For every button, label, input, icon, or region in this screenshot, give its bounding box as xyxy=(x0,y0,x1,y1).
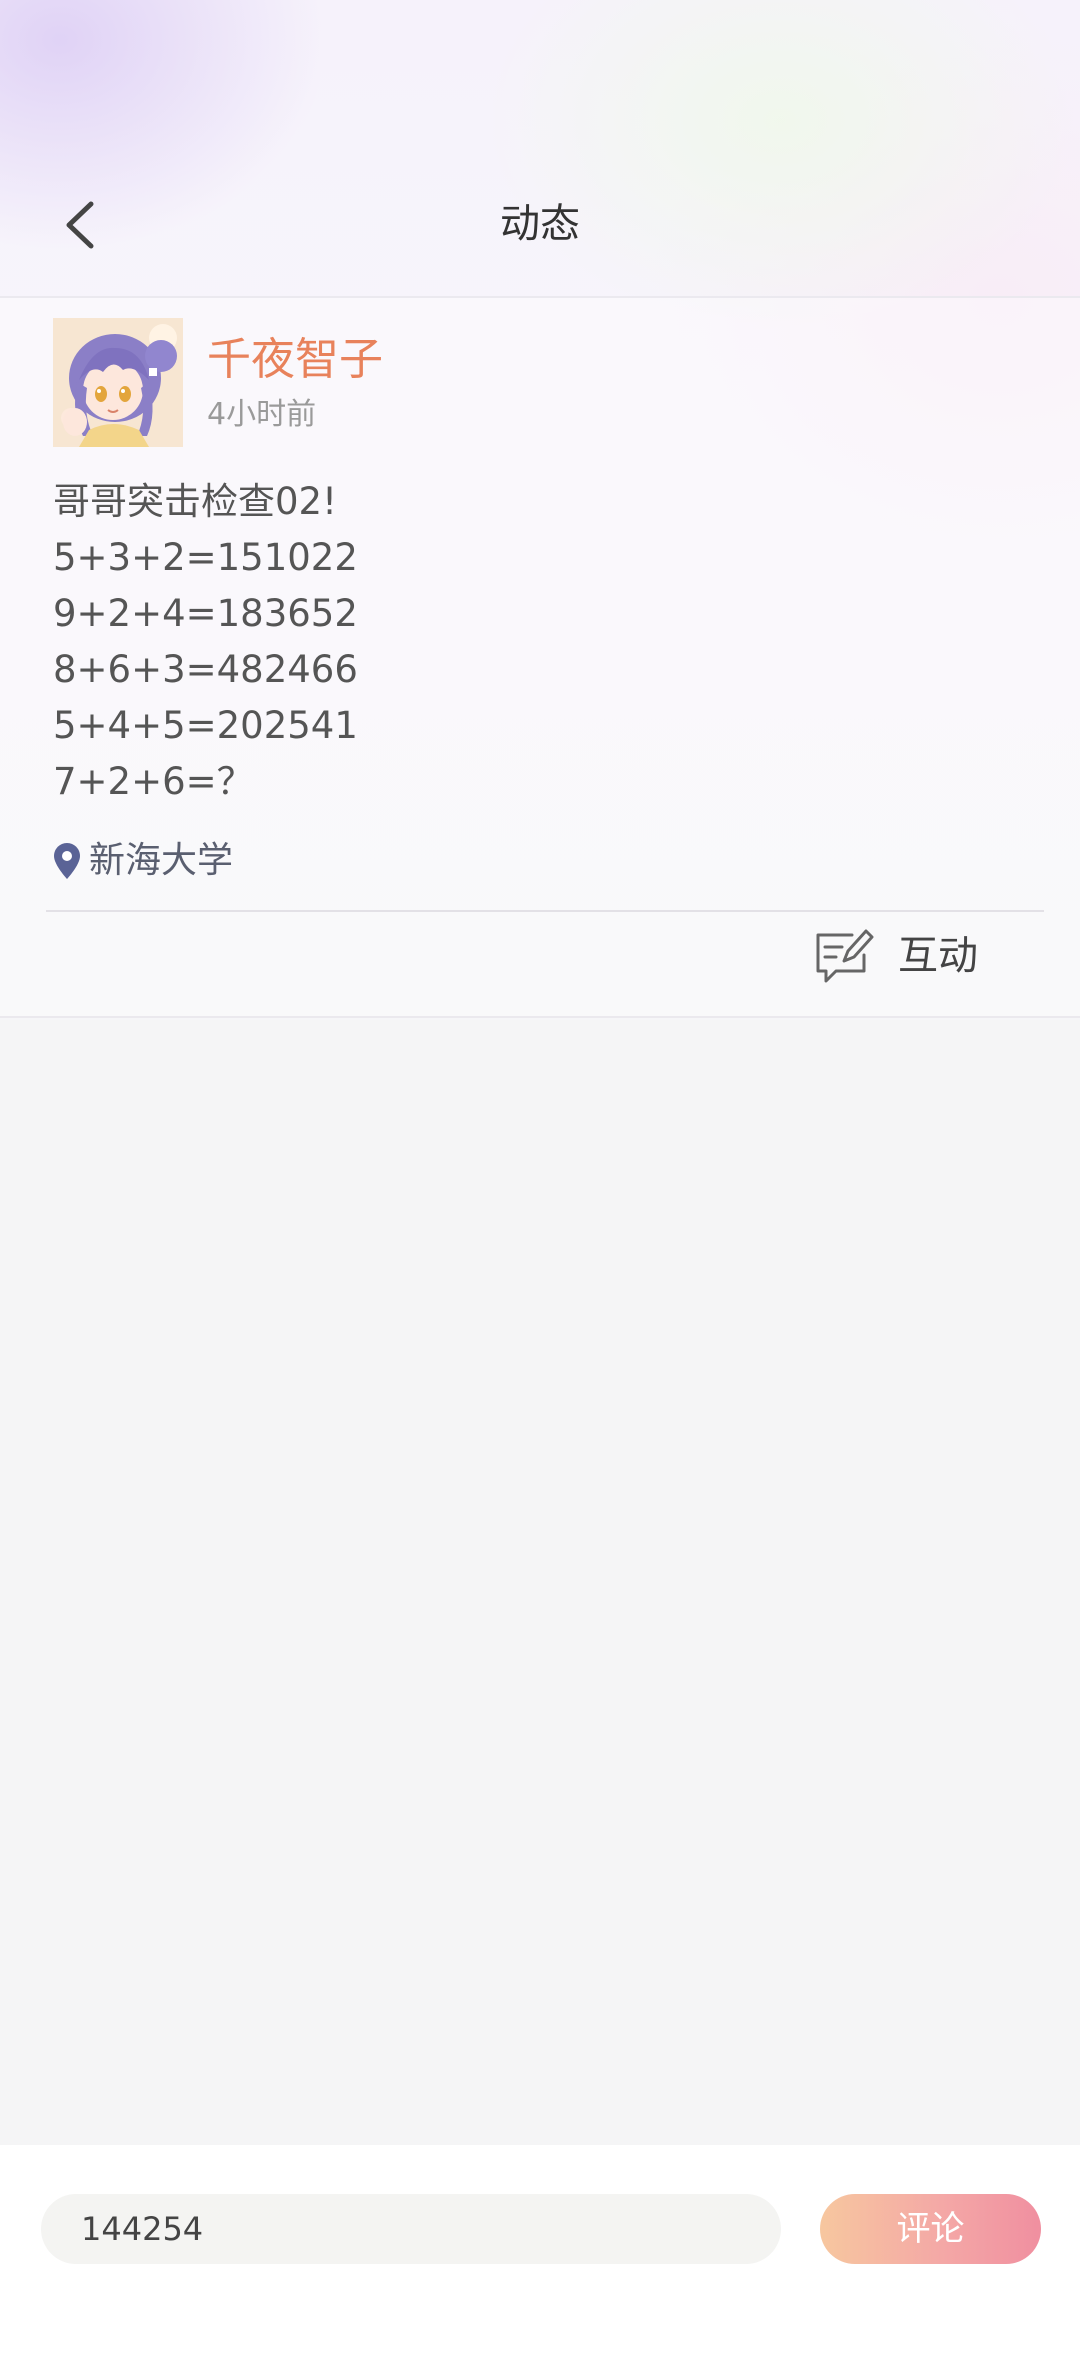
post-line: 5+3+2=151022 xyxy=(53,536,358,579)
author-name[interactable]: 千夜智子 xyxy=(207,330,383,390)
comment-button-label: 评论 xyxy=(896,2209,965,2249)
post-line: 哥哥突击检查02! xyxy=(53,480,337,523)
interact-button[interactable]: 互动 xyxy=(812,920,978,992)
card-bottom-divider xyxy=(0,1016,1080,1018)
map-pin-icon xyxy=(54,843,80,879)
page-title: 动态 xyxy=(500,201,580,247)
comment-submit-button[interactable]: 评论 xyxy=(820,2194,1041,2264)
post-line: 8+6+3=482466 xyxy=(53,648,358,691)
post-content: 哥哥突击检查02! 5+3+2=151022 9+2+4=183652 8+6+… xyxy=(53,474,1033,810)
interact-label: 互动 xyxy=(898,933,978,979)
avatar-illustration xyxy=(53,318,183,447)
post-line: 9+2+4=183652 xyxy=(53,592,358,635)
top-header: 动态 xyxy=(0,0,1080,296)
location-text: 新海大学 xyxy=(89,840,234,881)
location-tag[interactable]: 新海大学 xyxy=(53,836,233,886)
card-divider xyxy=(46,910,1044,912)
comment-input[interactable] xyxy=(41,2194,781,2264)
avatar[interactable] xyxy=(53,318,183,447)
post-line: 5+4+5=202541 xyxy=(53,704,358,747)
comment-edit-icon xyxy=(816,929,874,983)
post-time: 4小时前 xyxy=(207,397,317,432)
post-line: 7+2+6=？ xyxy=(53,760,254,803)
